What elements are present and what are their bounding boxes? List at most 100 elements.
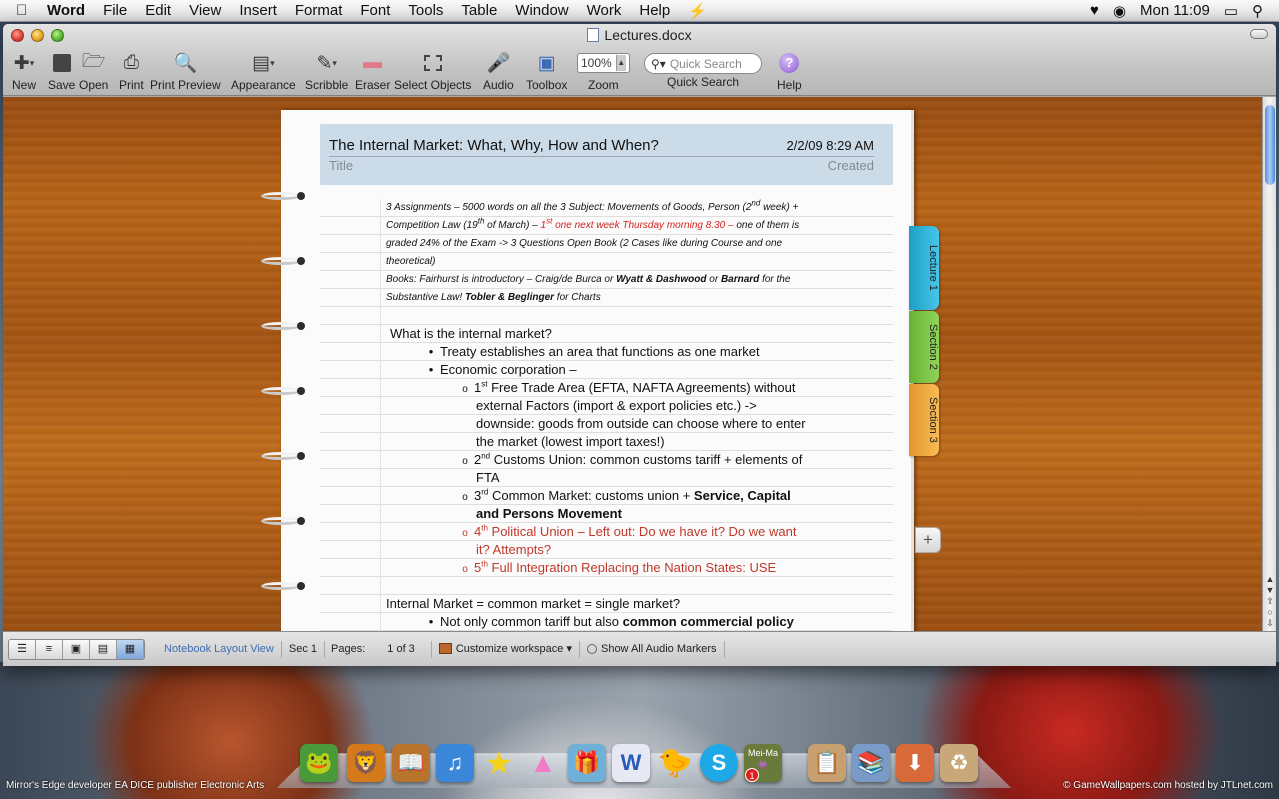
open-button[interactable]: 🗁 Open [79,48,108,92]
save-label: Save [48,78,76,92]
scroll-arrows[interactable]: ▲ ▼ ⇧ ○ ⇩ [1264,574,1276,629]
speaker-icon [586,643,597,654]
menubar:  Word File Edit View Insert Format Font… [0,0,1279,22]
sub-bullet-item: o 3rd Common Market: customs union + Serv… [462,487,791,503]
window-title-text: Lectures.docx [604,27,692,43]
zoom-select[interactable]: 100% ▲ [577,53,630,73]
note-line: 3 Assignments – 5000 words on all the 3 … [386,199,799,213]
dock-app-lion-icon[interactable]: 🦁 [347,744,385,782]
show-audio-markers-button[interactable]: Show All Audio Markers [580,640,725,658]
dock-word-icon[interactable]: W [612,744,650,782]
tab-lecture-1[interactable]: Lecture 1 [909,226,939,310]
menu-table[interactable]: Table [452,2,506,19]
battery-icon[interactable]: ▭ [1224,2,1238,20]
spiral-ring [261,318,306,332]
meima-label: Mei-Ma [747,748,778,758]
menu-help[interactable]: Help [630,2,679,19]
outline-view-button[interactable]: ≡ [36,639,63,659]
notebook-layout-view-button[interactable]: ▦ [117,639,144,659]
dock-skype-icon[interactable]: S [700,744,738,782]
eraser-icon: ▬ [363,52,383,73]
dock-app-frog-icon[interactable]: 🐸 [300,744,338,782]
bullet-item: • Economic corporation – [428,362,577,377]
note-line: Books: Fairhurst is introductory – Craig… [386,274,791,285]
dock-app-cone-icon[interactable]: ▲ [524,744,562,782]
publishing-view-button[interactable]: ▣ [63,639,90,659]
plus-icon: + [923,530,933,549]
draft-view-button[interactable]: ☰ [9,639,36,659]
help-label: Help [777,78,802,92]
select-objects-button[interactable]: Select Objects [394,48,471,92]
sub-bullet-cont: and Persons Movement [476,506,622,521]
window-title: Lectures.docx [3,27,1276,43]
notes-area[interactable]: 3 Assignments – 5000 words on all the 3 … [320,199,893,631]
appearance-button[interactable]: ▤ ▾ Appearance [231,48,296,93]
note-heading: What is the internal market? [390,326,552,341]
tab-lecture-1-label: Lecture 1 [927,245,939,291]
print-layout-view-button[interactable]: ▤ [90,639,117,659]
dock-trash-icon[interactable]: ♻ [940,744,978,782]
scribble-pen-icon: ✎ ▾ [316,52,337,74]
document-icon [587,28,600,42]
tab-section-2[interactable]: Section 2 [909,311,939,383]
print-preview-button[interactable]: 🔍 Print Preview [150,48,221,92]
audio-button[interactable]: 🎤 Audio [483,48,514,92]
new-button[interactable]: ✚ ▾ New [12,48,36,93]
wifi-icon[interactable]: ◉ [1113,2,1126,20]
print-icon: ⎙ [123,52,139,73]
view-switcher: ☰ ≡ ▣ ▤ ▦ [8,638,145,660]
sub-bullet-cont: the market (lowest import taxes!) [476,434,665,449]
window-titlebar: Lectures.docx ✚ ▾ New Save 🗁 Open ⎙ Print… [3,24,1276,96]
notebook-page[interactable]: The Internal Market: What, Why, How and … [281,110,914,631]
dock-app-box-icon[interactable]: 🎁 [568,744,606,782]
menu-view[interactable]: View [180,2,230,19]
dock-downloads-icon[interactable]: ⬇ [896,744,934,782]
eraser-label: Eraser [355,78,391,92]
tab-section-3[interactable]: Section 3 [909,384,939,456]
sub-bullet-cont: it? Attempts? [476,542,552,557]
note-line: graded 24% of the Exam -> 3 Questions Op… [386,238,783,249]
scrollbar-thumb[interactable] [1265,105,1275,185]
menu-window[interactable]: Window [506,2,577,19]
appearance-label: Appearance [231,78,296,92]
toolbox-button[interactable]: ▣ Toolbox [526,48,567,93]
microphone-icon: 🎤 [486,53,511,74]
dock-app-duck-icon[interactable]: 🐤 [656,744,694,782]
menu-tools[interactable]: Tools [399,2,452,19]
menu-word[interactable]: Word [38,2,94,19]
print-button[interactable]: ⎙ Print [119,48,144,92]
spotlight-search-icon[interactable]: ⚲ [1252,2,1263,20]
apple-icon[interactable]:  [16,2,38,19]
section-indicator: Sec 1 [282,640,326,658]
menu-font[interactable]: Font [351,2,399,19]
add-section-button[interactable]: + [915,527,941,553]
quick-search-input[interactable]: ⚲▾ Quick Search [644,53,762,74]
dock-app-library-icon[interactable]: 📚 [852,744,890,782]
dock-itunes-icon[interactable]: ♫ [436,744,474,782]
menu-work[interactable]: Work [578,2,631,19]
script-menu-icon[interactable]: ⚡ [679,2,716,20]
customize-workspace-button[interactable]: Customize workspace ▾ [432,640,580,658]
print-label: Print [119,78,144,92]
menu-edit[interactable]: Edit [136,2,180,19]
zoom-select-wrap: 100% ▲ [577,48,630,78]
menu-insert[interactable]: Insert [230,2,286,19]
menubar-clock[interactable]: Mon 11:09 [1140,2,1210,19]
heart-icon[interactable]: ♥ [1090,2,1099,19]
menu-format[interactable]: Format [286,2,352,19]
scribble-button[interactable]: ✎ ▾ Scribble [305,48,348,93]
notebook-desk-area: The Internal Market: What, Why, How and … [3,97,1262,631]
dock-app-book-icon[interactable]: 📖 [392,744,430,782]
dock-app-star-icon[interactable]: ★ [480,744,518,782]
help-button[interactable]: ? Help [777,48,802,92]
wallpaper-credit-left: Mirror's Edge developer EA DICE publishe… [6,780,265,791]
page-title[interactable]: The Internal Market: What, Why, How and … [329,137,659,154]
menu-file[interactable]: File [94,2,136,19]
toolbar-toggle-button[interactable] [1250,29,1268,39]
spiral-ring [261,383,306,397]
eraser-button[interactable]: ▬ Eraser [355,48,390,92]
vertical-scrollbar[interactable]: ▲ ▼ ⇧ ○ ⇩ [1262,97,1276,631]
save-icon [52,48,71,78]
save-button[interactable]: Save [48,48,75,92]
dock-app-notes-icon[interactable]: 📋 [808,744,846,782]
